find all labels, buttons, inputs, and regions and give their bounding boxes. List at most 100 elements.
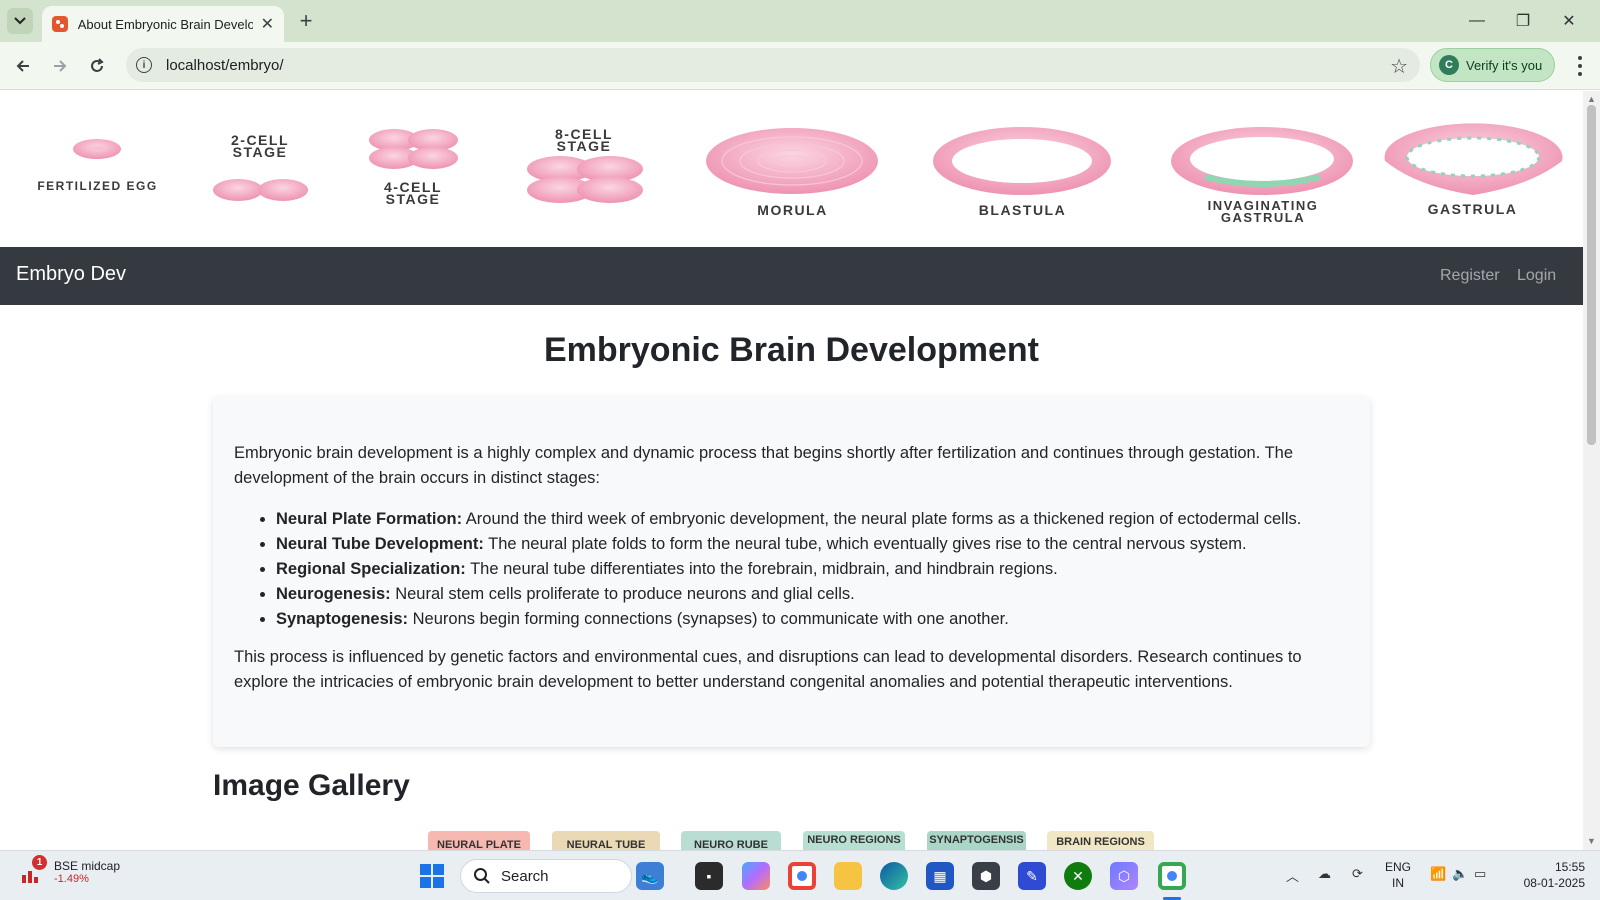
stage-term: Neural Tube Development: [276, 535, 484, 553]
scroll-thumb[interactable] [1587, 105, 1596, 445]
store-icon[interactable]: ▦ [926, 862, 954, 890]
os-taskbar: 1 BSE midcap -1.49% Search 👟 ▪ ▦ ⬢ ✎ ✕ ⬡… [0, 850, 1600, 900]
development-stages-list: Neural Plate Formation: Around the third… [276, 507, 1356, 632]
back-button[interactable] [7, 50, 39, 82]
volume-icon[interactable]: 🔈 [1452, 866, 1468, 882]
browser-menu-icon[interactable] [1570, 54, 1590, 78]
close-tab-icon[interactable]: ✕ [261, 14, 274, 34]
stage-label-morula: MORULA [757, 202, 828, 218]
search-label: Search [501, 867, 549, 885]
stage-label-fertilized-egg: FERTILIZED EGG [37, 179, 158, 193]
xbox-icon[interactable]: ✕ [1064, 862, 1092, 890]
notification-badge: 1 [32, 855, 47, 870]
copilot-icon[interactable] [742, 862, 770, 890]
scroll-down-icon[interactable]: ▼ [1587, 836, 1596, 846]
language-indicator[interactable]: ENG IN [1385, 859, 1411, 891]
gallery-thumb-neuro-rube[interactable]: NEURO RUBE [681, 831, 781, 850]
stage-term: Neural Plate Formation: [276, 510, 463, 528]
list-item: Regional Specialization: The neural tube… [276, 557, 1356, 582]
wifi-icon[interactable]: 📶 [1430, 866, 1446, 882]
file-explorer-icon[interactable] [834, 862, 862, 890]
stage-label-invaginating-gastrula: INVAGINATING GASTRULA [1207, 198, 1319, 225]
task-view-icon[interactable]: ▪ [695, 862, 723, 890]
gallery-thumb-synaptogenesis[interactable]: SYNAPTOGENSIS [927, 831, 1026, 850]
sync-icon[interactable]: ⟳ [1352, 866, 1363, 882]
stage-term: Synaptogenesis: [276, 610, 409, 628]
stock-widget[interactable]: 1 BSE midcap -1.49% [20, 855, 121, 885]
content-card: Embryonic brain development is a highly … [213, 397, 1370, 747]
outro-paragraph: This process is influenced by genetic fa… [234, 648, 1302, 691]
stage-term: Regional Specialization: [276, 560, 466, 578]
gallery-title: Image Gallery [213, 769, 410, 802]
shoe-widget-icon[interactable]: 👟 [636, 862, 664, 890]
intro-paragraph: Embryonic brain development is a highly … [234, 444, 1294, 487]
list-item: Synaptogenesis: Neurons begin forming co… [276, 607, 1356, 632]
address-url[interactable]: localhost/embryo/ [166, 57, 284, 74]
minimize-button[interactable]: — [1454, 6, 1500, 36]
site-navbar: Embryo Dev Register Login [0, 247, 1583, 305]
stage-text: Neurons begin forming connections (synap… [408, 610, 1009, 628]
clock-date: 08-01-2025 [1523, 876, 1585, 890]
browser-toolbar: i localhost/embryo/ ☆ C Verify it's you [0, 42, 1600, 90]
page-title: Embryonic Brain Development [543, 331, 1039, 369]
new-tab-button[interactable]: + [294, 8, 318, 33]
clock-time: 15:55 [1554, 860, 1585, 874]
stage-label-4-cell: 4-CELL STAGE [384, 179, 442, 207]
favicon-icon [52, 16, 68, 32]
nav-login-link[interactable]: Login [1517, 267, 1556, 285]
restore-button[interactable]: ❐ [1500, 6, 1546, 36]
app-cube-icon[interactable]: ⬢ [972, 862, 1000, 890]
stage-label-blastula: BLASTULA [978, 202, 1067, 218]
stage-text: Around the third week of embryonic devel… [462, 510, 1302, 528]
site-info-icon[interactable]: i [136, 57, 152, 73]
gallery-thumb-brain-regions[interactable]: BRAIN REGIONS [1047, 831, 1154, 850]
tab-title: About Embryonic Brain Development [77, 16, 253, 32]
browser-titlebar: About Embryonic Brain Development ✕ + — … [0, 0, 1600, 42]
gallery-thumb-neuro-regions[interactable]: NEURO REGIONS [803, 831, 905, 850]
gallery-thumb-neural-tube[interactable]: NEURAL TUBE [552, 831, 660, 850]
reload-button[interactable] [81, 50, 113, 82]
stage-label-gastrula: GASTRULA [1427, 201, 1518, 217]
close-window-button[interactable]: ✕ [1546, 6, 1592, 36]
gallery-thumb-neural-plate[interactable]: NEURAL PLATE [428, 831, 530, 850]
scroll-up-icon[interactable]: ▲ [1587, 94, 1596, 104]
list-item: Neural Plate Formation: Around the third… [276, 507, 1356, 532]
forward-button[interactable] [44, 50, 76, 82]
tray-chevron-up-icon[interactable]: ︿ [1286, 866, 1299, 885]
taskbar-search[interactable]: Search [460, 859, 632, 893]
stage-text: The neural plate folds to form the neura… [483, 535, 1247, 553]
browser-tab-active[interactable]: About Embryonic Brain Development ✕ [42, 6, 284, 42]
search-icon [474, 868, 490, 884]
lang-code: ENG [1385, 860, 1412, 874]
embryo-stages-banner: FERTILIZED EGG 2-CELL STAGE 4-CELL STAGE… [0, 91, 1583, 241]
stage-label-2-cell: 2-CELL STAGE [231, 132, 289, 160]
stage-label-8-cell: 8-CELL STAGE [555, 126, 613, 154]
reload-icon [91, 58, 104, 72]
profile-avatar: C [1439, 55, 1459, 75]
onedrive-cloud-icon[interactable]: ☁ [1318, 866, 1331, 882]
battery-icon[interactable]: ▭ [1474, 866, 1486, 882]
stock-chart-icon: 1 [20, 855, 47, 885]
page-viewport: FERTILIZED EGG 2-CELL STAGE 4-CELL STAGE… [0, 91, 1583, 850]
pen-app-icon[interactable]: ✎ [1018, 862, 1046, 890]
nav-register-link[interactable]: Register [1440, 267, 1500, 285]
tab-search-button[interactable] [7, 8, 33, 34]
lang-region: IN [1392, 876, 1404, 890]
bookmark-star-icon[interactable]: ☆ [1390, 54, 1408, 79]
stage-text: The neural tube differentiates into the … [465, 560, 1058, 578]
stage-text: Neural stem cells proliferate to produce… [390, 585, 855, 603]
stock-name: BSE midcap [54, 859, 121, 873]
address-bar[interactable]: i localhost/embryo/ ☆ [126, 48, 1420, 82]
chrome-icon[interactable] [788, 862, 816, 890]
chrome-profile-icon[interactable] [1158, 862, 1186, 890]
settings-app-icon[interactable]: ⬡ [1110, 862, 1138, 890]
navbar-brand[interactable]: Embryo Dev [16, 263, 126, 286]
page-scrollbar[interactable]: ▲ ▼ [1583, 91, 1600, 850]
verify-profile-button[interactable]: C Verify it's you [1430, 48, 1555, 82]
system-clock[interactable]: 15:55 08-01-2025 [1505, 859, 1585, 891]
list-item: Neurogenesis: Neural stem cells prolifer… [276, 582, 1356, 607]
arrow-right-icon [54, 60, 67, 72]
windows-start-icon[interactable] [420, 864, 444, 888]
edge-icon[interactable] [880, 862, 908, 890]
list-item: Neural Tube Development: The neural plat… [276, 532, 1356, 557]
